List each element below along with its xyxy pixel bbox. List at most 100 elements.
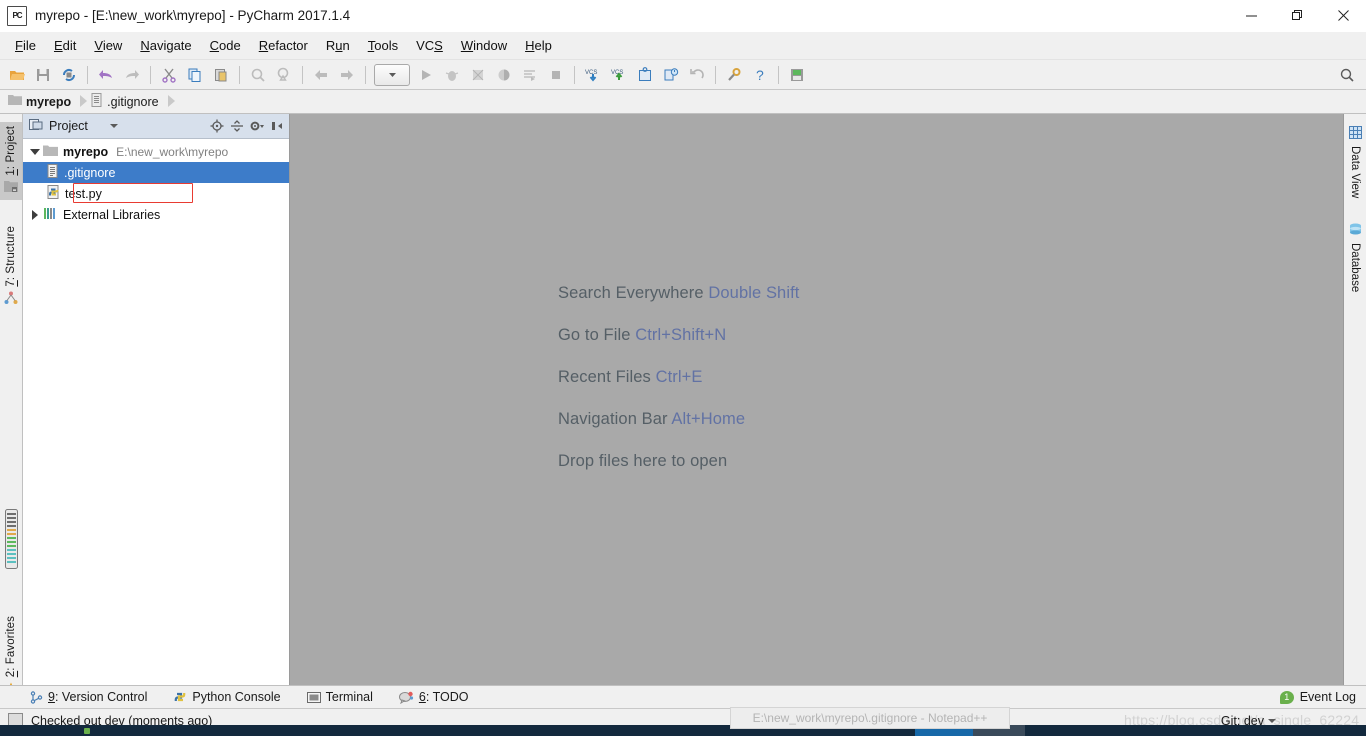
vcs-compare-icon[interactable] xyxy=(658,63,684,87)
tool-tab-version-control[interactable]: 9: Version Control xyxy=(30,690,147,704)
app-icon: PC xyxy=(7,5,27,26)
data-view-mini-icon[interactable] xyxy=(0,509,22,569)
vcs-rollback-icon[interactable] xyxy=(684,63,710,87)
sidebar-item-project[interactable]: 1: Project xyxy=(0,122,22,200)
back-icon[interactable] xyxy=(308,63,334,87)
terminal-icon xyxy=(306,691,321,704)
hint-recent-files: Recent Files Ctrl+E xyxy=(558,368,799,387)
file-icon xyxy=(91,93,103,110)
menu-edit[interactable]: Edit xyxy=(45,34,85,57)
expand-twisty-icon[interactable] xyxy=(27,141,43,162)
locate-icon[interactable] xyxy=(208,118,225,135)
restore-button[interactable] xyxy=(1274,0,1320,31)
settings-icon[interactable] xyxy=(721,63,747,87)
grid-icon xyxy=(1348,126,1362,142)
menu-navigate[interactable]: Navigate xyxy=(131,34,200,57)
menu-help[interactable]: Help xyxy=(516,34,561,57)
vcs-history-icon[interactable] xyxy=(632,63,658,87)
toolbar-right xyxy=(1334,60,1360,89)
event-log-count: 1 xyxy=(1284,692,1290,702)
coverage-icon[interactable] xyxy=(465,63,491,87)
cut-icon[interactable] xyxy=(156,63,182,87)
menu-code[interactable]: Code xyxy=(201,34,250,57)
toolbar-separator xyxy=(574,65,575,84)
run-icon[interactable] xyxy=(413,63,439,87)
tool-tab-label: 6: TODO xyxy=(418,690,469,704)
hint-text: Drop files here to open xyxy=(558,452,728,470)
project-panel-title: Project xyxy=(49,119,88,133)
folder-icon xyxy=(43,144,58,160)
minimize-button[interactable] xyxy=(1228,0,1274,31)
tool-tab-terminal[interactable]: Terminal xyxy=(306,690,373,704)
expand-twisty-icon[interactable] xyxy=(27,204,43,225)
menu-file[interactable]: File xyxy=(6,34,45,57)
hide-panel-icon[interactable] xyxy=(268,118,285,135)
sidebar-item-structure[interactable]: 7: Structure xyxy=(0,222,22,312)
menu-refactor[interactable]: Refactor xyxy=(250,34,317,57)
sidebar-item-data-view[interactable]: Data View xyxy=(1344,122,1366,202)
run-with-console-icon[interactable] xyxy=(517,63,543,87)
undo-icon[interactable] xyxy=(93,63,119,87)
chevron-down-icon[interactable] xyxy=(109,124,118,128)
event-log-button[interactable]: 1 Event Log xyxy=(1279,690,1356,704)
forward-icon[interactable] xyxy=(334,63,360,87)
toolbar-separator xyxy=(715,65,716,84)
editor-area[interactable]: Search Everywhere Double Shift Go to Fil… xyxy=(290,114,1343,685)
paste-icon[interactable] xyxy=(208,63,234,87)
close-button[interactable] xyxy=(1320,0,1366,31)
tree-row-myrepo[interactable]: myrepo E:\new_work\myrepo xyxy=(23,141,289,162)
structure-icon xyxy=(4,291,18,308)
breadcrumb-item-project[interactable]: myrepo xyxy=(8,90,73,113)
taskbar-icon-android[interactable] xyxy=(84,727,90,734)
open-folder-icon[interactable] xyxy=(4,63,30,87)
sidebar-item-database[interactable]: Database xyxy=(1344,219,1366,296)
database-save-icon[interactable] xyxy=(784,63,810,87)
tree-row-external-libraries[interactable]: External Libraries xyxy=(23,204,289,225)
menu-tools[interactable]: Tools xyxy=(359,34,407,57)
window-title: myrepo - [E:\new_work\myrepo] - PyCharm … xyxy=(35,8,351,23)
hint-text: Recent Files xyxy=(558,368,656,386)
save-all-icon[interactable] xyxy=(30,63,56,87)
main-area: 1: Project 7: Structure 2: Favorites Pro… xyxy=(0,114,1366,696)
collapse-all-icon[interactable] xyxy=(228,118,245,135)
hint-go-to-file: Go to File Ctrl+Shift+N xyxy=(558,326,799,345)
taskbar-tooltip: E:\new_work\myrepo\.gitignore - Notepad+… xyxy=(730,707,1010,729)
find-icon[interactable] xyxy=(245,63,271,87)
toolbar-separator xyxy=(778,65,779,84)
help-icon[interactable]: ? xyxy=(747,63,773,87)
tool-tab-python-console[interactable]: Python Console xyxy=(173,690,281,704)
replace-icon[interactable] xyxy=(271,63,297,87)
hint-shortcut: Ctrl+Shift+N xyxy=(635,326,727,344)
stop-icon[interactable] xyxy=(543,63,569,87)
search-icon[interactable] xyxy=(1334,63,1360,87)
menu-bar: File Edit View Navigate Code Refactor Ru… xyxy=(0,32,1366,60)
debug-icon[interactable] xyxy=(439,63,465,87)
favorites-stripe-label: 2: Favorites xyxy=(5,616,17,678)
vcs-update-icon[interactable]: VCS xyxy=(580,63,606,87)
project-icon xyxy=(4,180,18,196)
copy-icon[interactable] xyxy=(182,63,208,87)
libraries-icon xyxy=(43,207,58,223)
tree-label: .gitignore xyxy=(64,165,116,180)
run-config-dropdown[interactable] xyxy=(374,63,410,86)
tool-tab-todo[interactable]: 6: TODO xyxy=(398,690,469,704)
synchronize-icon[interactable] xyxy=(56,63,82,87)
menu-run[interactable]: Run xyxy=(317,34,359,57)
tree-label: External Libraries xyxy=(63,207,161,222)
tree-row-gitignore[interactable]: .gitignore xyxy=(23,162,289,183)
hint-navigation-bar: Navigation Bar Alt+Home xyxy=(558,410,799,429)
project-panel-header: Project xyxy=(23,114,289,139)
tree-row-testpy[interactable]: test.py xyxy=(23,183,289,204)
vcs-commit-icon[interactable]: VCS xyxy=(606,63,632,87)
database-icon xyxy=(1349,223,1362,239)
chevron-down-icon xyxy=(1268,718,1276,723)
menu-window[interactable]: Window xyxy=(452,34,516,57)
menu-view[interactable]: View xyxy=(85,34,131,57)
redo-icon[interactable] xyxy=(119,63,145,87)
settings-gear-icon[interactable] xyxy=(248,118,265,135)
main-toolbar: VCS VCS ? xyxy=(0,60,1366,90)
breadcrumb-item-file[interactable]: .gitignore xyxy=(91,90,160,113)
hint-shortcut: Alt+Home xyxy=(671,410,746,428)
menu-vcs[interactable]: VCS xyxy=(407,34,452,57)
profile-icon[interactable] xyxy=(491,63,517,87)
